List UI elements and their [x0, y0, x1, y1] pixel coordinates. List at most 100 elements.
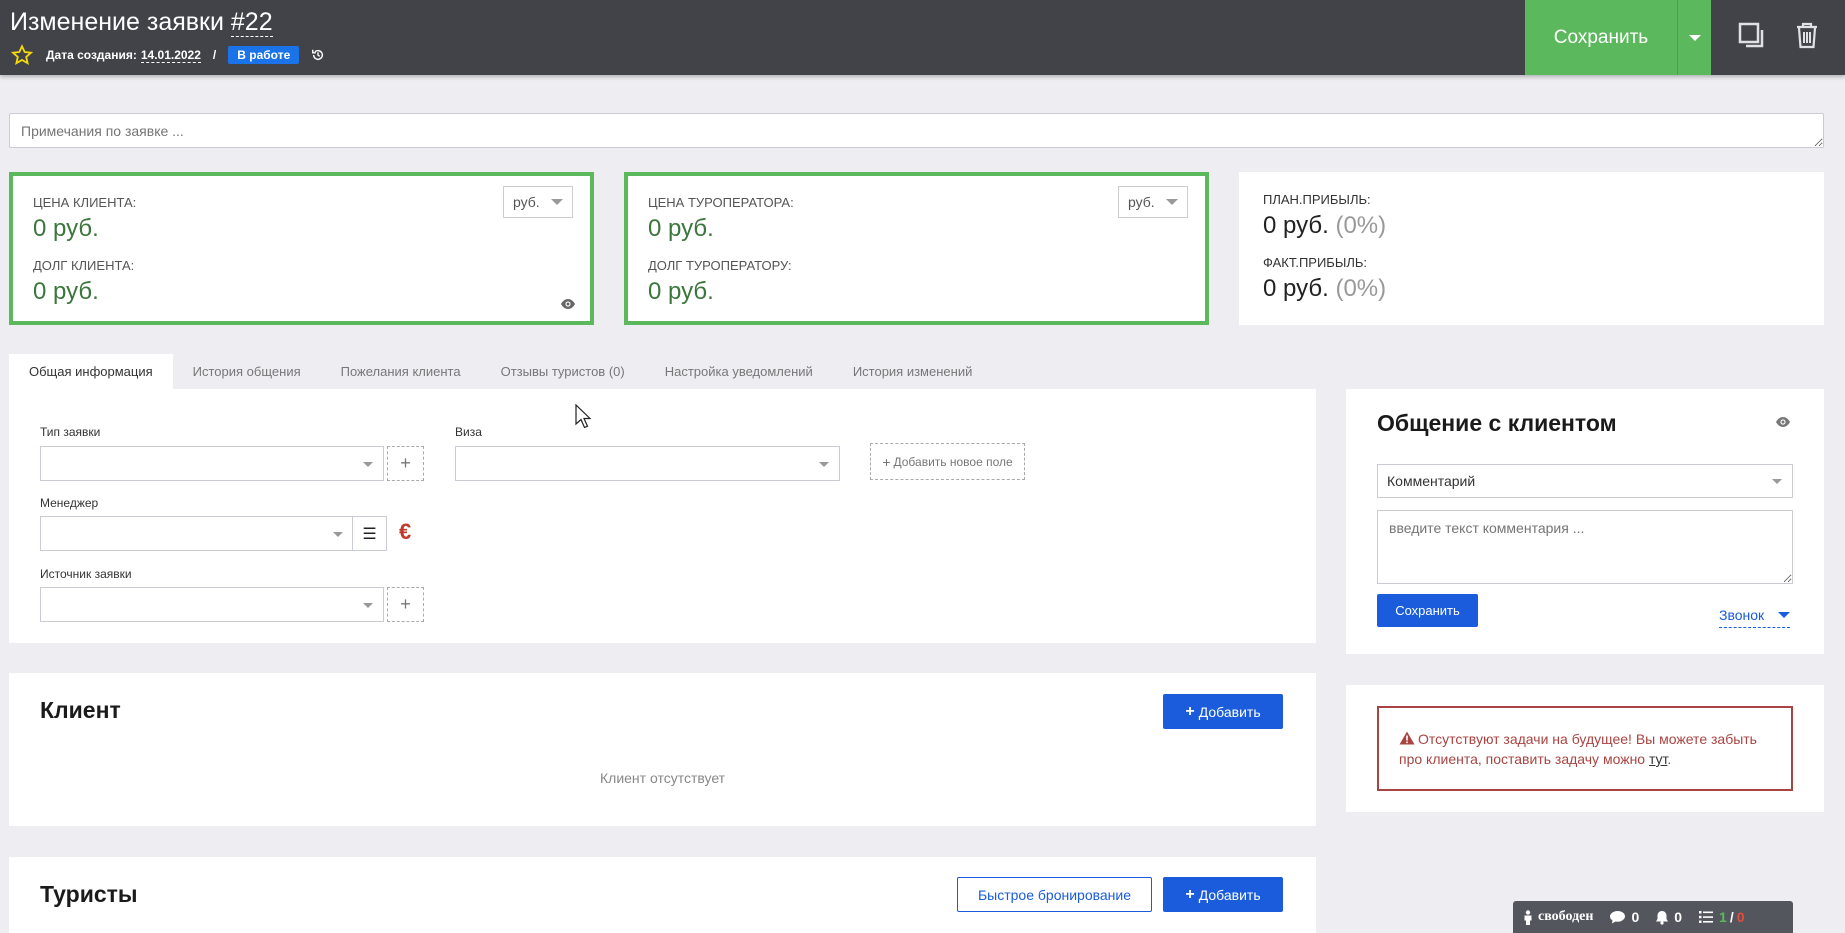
plan-profit-percent: (0%)	[1335, 212, 1387, 239]
general-info-panel: Тип заявки + Виза + Добавить новое поле М…	[9, 389, 1316, 643]
person-icon	[1524, 909, 1532, 925]
chevron-down-icon	[1688, 34, 1701, 41]
user-status[interactable]: свободен	[1523, 909, 1593, 925]
trash-icon[interactable]	[1792, 20, 1822, 50]
alert-text-end: .	[1667, 751, 1672, 767]
task-list-icon	[1699, 911, 1714, 923]
add-tourist-label: Добавить	[1198, 886, 1261, 903]
fact-profit: 0 руб. (0%)	[1263, 275, 1386, 303]
client-price-card: ЦЕНА КЛИЕНТА: 0 руб. ДОЛГ КЛИЕНТА: 0 руб…	[9, 172, 594, 325]
title-prefix: Изменение заявки	[10, 8, 231, 36]
tourists-panel: Туристы Быстрое бронирование + Добавить	[9, 857, 1316, 933]
bell-icon	[1656, 910, 1669, 925]
add-new-field-button[interactable]: + Добавить новое поле	[870, 443, 1025, 480]
chevron-down-icon	[1166, 199, 1178, 205]
add-order-source-button[interactable]: +	[387, 587, 424, 622]
manager-list-button[interactable]: ☰	[352, 516, 387, 551]
created-date[interactable]: 14.01.2022	[140, 48, 201, 63]
add-order-type-button[interactable]: +	[387, 446, 424, 481]
add-new-field-label: Добавить новое поле	[893, 454, 1013, 469]
header-separator: /	[212, 48, 217, 62]
operator-currency-select[interactable]: руб.	[1118, 186, 1188, 218]
tab-client-wishes[interactable]: Пожелания клиента	[321, 354, 481, 389]
add-client-label: Добавить	[1198, 703, 1261, 720]
profit-card: ПЛАН.ПРИБЫЛЬ: 0 руб. (0%) ФАКТ.ПРИБЫЛЬ: …	[1239, 172, 1824, 325]
add-task-link[interactable]: тут	[1649, 751, 1667, 767]
order-number[interactable]: #22	[230, 8, 273, 37]
client-price-label: ЦЕНА КЛИЕНТА:	[33, 195, 137, 210]
eye-icon[interactable]	[1775, 416, 1791, 428]
status-badge[interactable]: В работе	[228, 46, 300, 64]
communication-title: Общение с клиентом	[1377, 410, 1617, 436]
chevron-down-icon	[1772, 479, 1782, 484]
client-debt-label: ДОЛГ КЛИЕНТА:	[33, 258, 135, 273]
copy-icon[interactable]	[1736, 20, 1766, 50]
call-type-dropdown[interactable]: Звонок	[1719, 607, 1791, 628]
plus-icon: +	[882, 453, 891, 470]
notifications-count: 0	[1674, 909, 1683, 925]
chevron-down-icon	[363, 603, 373, 608]
client-price-value: 0 руб.	[33, 215, 99, 242]
history-icon[interactable]	[311, 48, 325, 62]
order-type-label: Тип заявки	[40, 425, 101, 439]
order-source-select[interactable]	[40, 587, 384, 622]
mouse-cursor-icon	[575, 404, 592, 429]
manager-select[interactable]	[40, 516, 354, 551]
comment-input[interactable]	[1377, 510, 1793, 584]
call-type-label: Звонок	[1719, 607, 1765, 623]
operator-currency-value: руб.	[1128, 194, 1155, 210]
messages-count: 0	[1631, 909, 1640, 925]
tasks-overdue-count: 0	[1736, 909, 1745, 925]
plus-icon: +	[1185, 885, 1195, 903]
tab-notification-settings[interactable]: Настройка уведомлений	[645, 354, 833, 389]
plus-icon: +	[400, 453, 411, 473]
plan-profit-label: ПЛАН.ПРИБЫЛЬ:	[1263, 192, 1371, 207]
warning-icon	[1399, 731, 1415, 745]
messages-counter[interactable]: 0	[1609, 909, 1639, 925]
save-comment-button[interactable]: Сохранить	[1377, 594, 1478, 627]
tab-change-history[interactable]: История изменений	[833, 354, 993, 389]
communication-panel: Общение с клиентом Комментарий Сохранить…	[1346, 389, 1824, 654]
save-button[interactable]: Сохранить	[1525, 0, 1677, 75]
client-debt-value: 0 руб.	[33, 278, 99, 305]
chevron-down-icon	[363, 462, 373, 467]
chevron-down-icon	[551, 199, 563, 205]
plan-profit: 0 руб. (0%)	[1263, 212, 1386, 240]
visa-label: Виза	[455, 425, 482, 439]
operator-debt-label: ДОЛГ ТУРОПЕРАТОРУ:	[648, 258, 792, 273]
user-status-text: свободен	[1538, 909, 1594, 924]
plan-profit-value: 0 руб.	[1263, 212, 1329, 239]
visa-select[interactable]	[455, 446, 840, 481]
tasks-done-count: 1	[1719, 909, 1727, 925]
chevron-down-icon	[333, 532, 343, 537]
add-tourist-button[interactable]: + Добавить	[1163, 877, 1283, 912]
notifications-counter[interactable]: 0	[1655, 909, 1682, 925]
client-section-title: Клиент	[40, 697, 121, 723]
tasks-separator: /	[1729, 909, 1734, 925]
client-panel: Клиент + Добавить Клиент отсутствует	[9, 673, 1316, 826]
tab-general-info[interactable]: Общая информация	[9, 354, 173, 389]
order-notes-input[interactable]	[9, 113, 1824, 148]
tasks-counter[interactable]: 1/0	[1698, 909, 1745, 925]
client-currency-select[interactable]: руб.	[503, 186, 573, 218]
operator-price-label: ЦЕНА ТУРОПЕРАТОРА:	[648, 195, 794, 210]
plus-icon: +	[1185, 702, 1195, 720]
quick-booking-button[interactable]: Быстрое бронирование	[957, 877, 1152, 912]
star-icon[interactable]	[10, 44, 34, 66]
header-subline: Дата создания: 14.01.2022 / В работе	[10, 44, 325, 66]
chat-icon	[1610, 911, 1626, 924]
save-options-button[interactable]	[1677, 0, 1711, 75]
order-type-select[interactable]	[40, 446, 384, 481]
eye-icon[interactable]	[560, 298, 576, 310]
fact-profit-value: 0 руб.	[1263, 275, 1329, 302]
fact-profit-label: ФАКТ.ПРИБЫЛЬ:	[1263, 255, 1368, 270]
bottom-status-bar: свободен 0 0 1/0	[1513, 901, 1793, 933]
tab-tourist-reviews[interactable]: Отзывы туристов (0)	[481, 354, 645, 389]
page-title: Изменение заявки #22	[10, 8, 273, 37]
tab-communication-history[interactable]: История общения	[173, 354, 321, 389]
add-client-button[interactable]: + Добавить	[1163, 694, 1283, 729]
communication-type-select[interactable]: Комментарий	[1377, 464, 1793, 498]
euro-icon[interactable]: €	[399, 519, 411, 545]
tab-bar: Общая информация История общения Пожелан…	[9, 354, 992, 389]
alert-text: Отсутствуют задачи на будущее! Вы можете…	[1399, 731, 1757, 767]
